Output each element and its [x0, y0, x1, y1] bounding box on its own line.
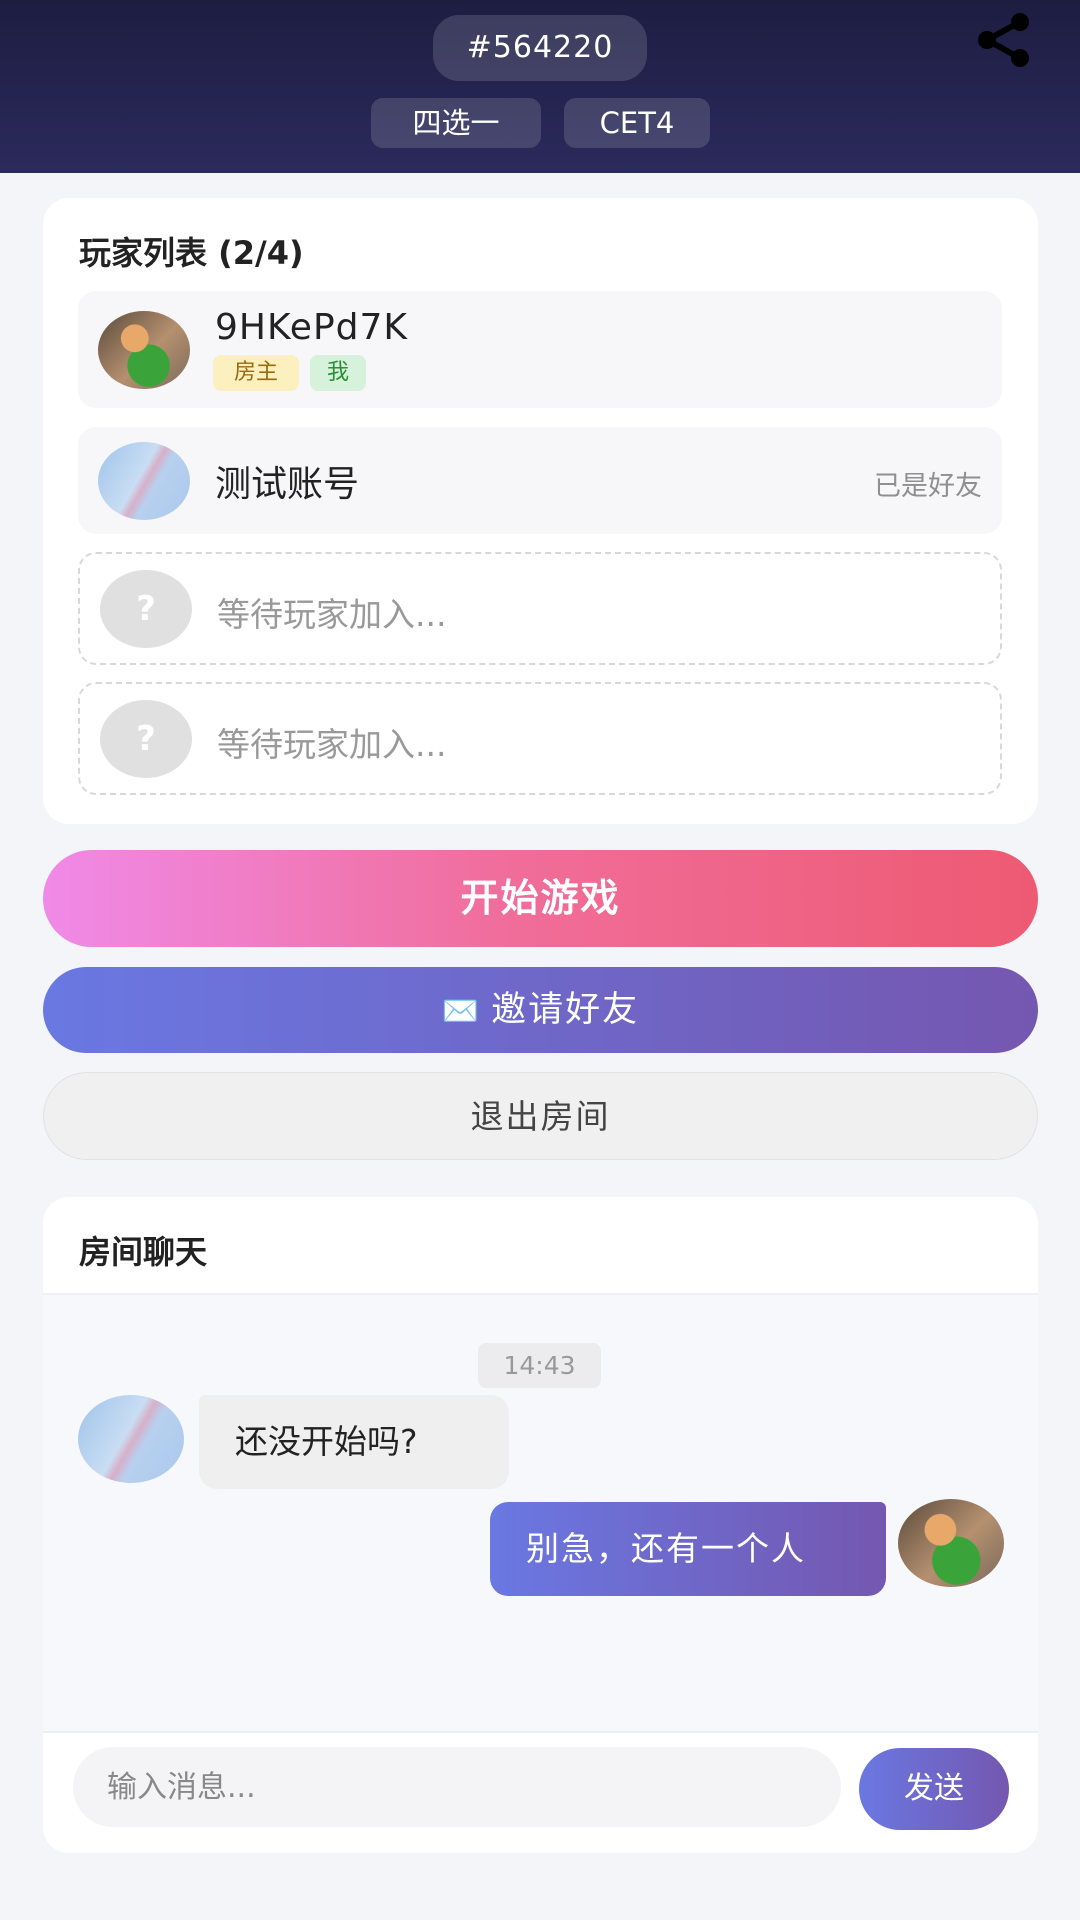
player-list-title: 玩家列表 (2/4)	[79, 234, 304, 272]
room-id: #564220	[433, 15, 647, 81]
avatar	[898, 1499, 1004, 1587]
invite-friends-button[interactable]: ✉️ 邀请好友	[43, 967, 1038, 1053]
send-button[interactable]: 发送	[859, 1748, 1009, 1830]
chat-message-outgoing: 别急，还有一个人	[490, 1502, 886, 1596]
player-row-friend[interactable]: 测试账号 已是好友	[78, 427, 1002, 534]
empty-slot: ? 等待玩家加入...	[78, 682, 1002, 795]
player-name: 测试账号	[215, 464, 360, 505]
empty-slot: ? 等待玩家加入...	[78, 552, 1002, 665]
leave-room-button[interactable]: 退出房间	[43, 1072, 1038, 1160]
envelope-icon: ✉️	[441, 994, 482, 1029]
room-header: #564220 四选一 CET4	[0, 0, 1080, 173]
avatar	[98, 311, 190, 389]
message-timestamp: 14:43	[478, 1343, 601, 1388]
level-tag: CET4	[564, 98, 710, 148]
divider	[43, 1731, 1038, 1733]
share-icon[interactable]	[975, 12, 1033, 68]
me-badge: 我	[310, 355, 366, 391]
chat-message-input[interactable]	[73, 1747, 841, 1827]
avatar	[78, 1395, 184, 1483]
empty-avatar-icon: ?	[100, 570, 192, 648]
player-row-host[interactable]: 9HKePd7K 房主 我	[78, 291, 1002, 408]
chat-title: 房间聊天	[79, 1233, 208, 1271]
invite-label: 邀请好友	[491, 990, 640, 1030]
mode-tag: 四选一	[371, 98, 541, 148]
waiting-label: 等待玩家加入...	[217, 595, 447, 634]
player-list-card: 玩家列表 (2/4) 9HKePd7K 房主 我 测试账号 已是好友 ? 等待玩…	[43, 198, 1038, 824]
host-badge: 房主	[213, 355, 299, 391]
waiting-label: 等待玩家加入...	[217, 725, 447, 764]
start-game-button[interactable]: 开始游戏	[43, 850, 1038, 947]
player-name: 9HKePd7K	[215, 307, 409, 348]
friend-status: 已是好友	[874, 471, 982, 502]
avatar	[98, 442, 190, 520]
chat-message-incoming: 还没开始吗?	[199, 1395, 509, 1489]
room-chat-card: 房间聊天 14:43 还没开始吗? 别急，还有一个人 发送	[43, 1197, 1038, 1853]
empty-avatar-icon: ?	[100, 700, 192, 778]
